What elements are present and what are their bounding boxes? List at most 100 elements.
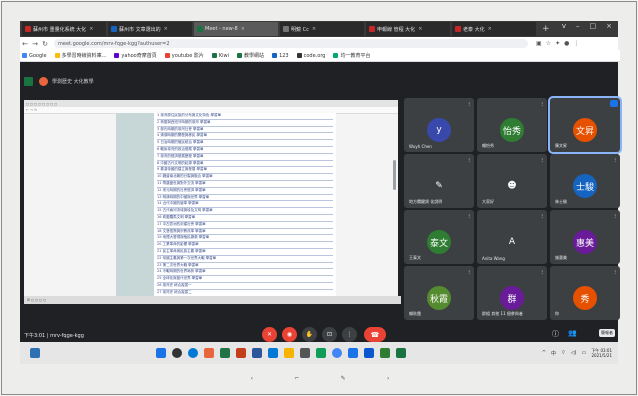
people-icon[interactable]: 👥 — [568, 329, 577, 337]
tab-close-icon[interactable]: × — [89, 26, 93, 32]
window-controls: v – □ × — [562, 22, 612, 30]
participant-tile[interactable]: 惠美 施惠美 ⁝ — [550, 210, 620, 264]
extensions-icon[interactable]: ✦ — [555, 40, 560, 47]
browser-tab[interactable]: 明鏡 Cc × — [280, 22, 364, 36]
back-icon[interactable]: ← — [20, 40, 30, 48]
tab-close-icon[interactable]: × — [312, 26, 316, 32]
tab-favicon-icon — [283, 26, 289, 32]
word-icon[interactable] — [252, 348, 262, 358]
bookmark-item[interactable]: code.org — [296, 53, 325, 59]
participant-tile[interactable]: ✎ 地方關鍵詞 化說明 ⁝ — [404, 154, 474, 208]
document-line: 24 冷戰時期的世界局勢 學習單 — [157, 269, 333, 277]
mic-off-icon[interactable]: ✕ — [262, 327, 277, 342]
overlay-right-icon[interactable]: › — [387, 375, 389, 382]
chat-icon[interactable] — [188, 348, 198, 358]
tab-close-icon[interactable]: × — [241, 26, 245, 32]
maximize-button[interactable]: □ — [590, 22, 597, 30]
participant-avatar: 士駿 — [573, 174, 597, 198]
bookmark-item[interactable]: 均一教育平台 — [333, 52, 370, 59]
start-icon[interactable] — [156, 348, 166, 358]
participant-tile[interactable]: y Wuyh Chen ⁝ — [404, 98, 474, 152]
muted-mic-icon: ⁝ — [541, 214, 543, 220]
participant-name: 林士駿 — [555, 199, 567, 204]
app-icon-6[interactable] — [364, 348, 374, 358]
chrome-icon[interactable] — [332, 348, 342, 358]
browser-tab[interactable]: Meet - new-8 × — [194, 22, 278, 36]
language-icon[interactable]: 中 — [551, 350, 556, 357]
url-input[interactable]: meet.google.com/mrv-fqge-kgg?authuser=2 — [54, 39, 528, 48]
info-icon[interactable]: ⓘ — [552, 329, 559, 339]
browser-tab[interactable]: 老泰 大化 × — [452, 22, 536, 36]
bookmark-label: yahoo奇摩首頁 — [121, 53, 157, 59]
tab-close-icon[interactable]: × — [418, 26, 422, 32]
forward-icon[interactable]: → — [30, 40, 40, 48]
bookmark-item[interactable]: Kiwi — [211, 53, 229, 59]
muted-mic-icon: ⁝ — [541, 102, 543, 108]
present-now-button[interactable]: 簡報者 — [599, 329, 615, 337]
bookmark-item[interactable]: youtube 影片 — [164, 52, 204, 59]
profile-icon[interactable]: ● — [564, 40, 569, 47]
browser-tab[interactable]: 蘇州市 重量化系統 大化 × — [22, 22, 106, 36]
meet-app-icon[interactable] — [396, 348, 406, 358]
tab-close-icon[interactable]: × — [164, 26, 168, 32]
tab-search-icon[interactable]: v — [562, 22, 566, 30]
star-icon[interactable]: ☆ — [546, 40, 551, 47]
battery-icon[interactable]: ▭ — [581, 350, 586, 356]
bookmark-favicon-icon — [272, 53, 278, 58]
participant-tile[interactable]: ☻ 大家好 ⁝ — [477, 154, 547, 208]
participant-tile[interactable]: 怡秀 賴怡秀 ⁝ — [477, 98, 547, 152]
bookmark-item[interactable]: 123 — [272, 53, 289, 59]
browser-tab[interactable]: 蘇州市 文章選出的 × — [108, 22, 192, 36]
bookmark-item[interactable]: yahoo奇摩首頁 — [114, 52, 157, 59]
present-screen-icon[interactable]: ⊡ — [322, 327, 337, 342]
participant-tile[interactable]: 群群組 其他 11 個參與者 ⁝ — [477, 266, 547, 320]
minimize-button[interactable]: – — [576, 22, 580, 30]
camera-icon[interactable]: ▣ — [536, 40, 542, 47]
app-icon-7[interactable] — [380, 348, 390, 358]
widgets-icon[interactable] — [30, 348, 40, 358]
overlay-edit-icon[interactable]: ✎ — [341, 375, 346, 382]
participant-tile[interactable]: 秋霞 賴秋霞 ⁝ — [404, 266, 474, 320]
bookmark-item[interactable]: 教學網站 — [237, 52, 264, 59]
document-line: 17 中古歐洲的封建社會 學習單 — [157, 222, 333, 229]
tray-chevron-icon[interactable]: ^ — [542, 350, 546, 356]
overlay-crop-icon[interactable]: ⌐ — [294, 375, 299, 382]
powerpoint-icon[interactable] — [236, 348, 246, 358]
menu-icon[interactable]: ⋮ — [573, 40, 579, 47]
bookmark-favicon-icon — [164, 53, 170, 58]
shared-doc-margin — [116, 113, 154, 299]
close-window-button[interactable]: × — [606, 22, 612, 30]
wifi-icon[interactable]: ⌔ — [561, 350, 566, 356]
leave-call-button[interactable]: ☎ — [364, 327, 386, 342]
file-explorer-icon[interactable] — [284, 348, 294, 358]
bookmark-item[interactable]: Google — [22, 53, 47, 59]
participant-avatar: 惠美 — [573, 230, 597, 254]
bookmark-favicon-icon — [237, 53, 243, 58]
participant-tile[interactable]: 泰文 王泰文 ⁝ — [404, 210, 474, 264]
muted-mic-icon: ⁝ — [468, 270, 470, 276]
app-icon[interactable] — [204, 348, 214, 358]
app-icon-2[interactable] — [268, 348, 278, 358]
search-icon[interactable] — [172, 348, 182, 358]
more-options-icon[interactable]: ⋮ — [342, 327, 357, 342]
raise-hand-icon[interactable]: ✋ — [302, 327, 317, 342]
camera-off-icon[interactable]: ◉ — [282, 327, 297, 342]
overlay-left-icon[interactable]: ‹ — [251, 375, 253, 382]
system-clock[interactable]: 下午 03:01 2021/5/21 — [591, 348, 612, 358]
app-icon-3[interactable] — [300, 348, 310, 358]
app-icon-4[interactable] — [316, 348, 326, 358]
participant-tile[interactable]: 士駿 林士駿 ⁝ — [550, 154, 620, 208]
speaking-indicator-icon — [610, 100, 618, 107]
participant-tile[interactable]: 秀你 ⁝ — [550, 266, 620, 320]
reload-icon[interactable]: ↻ — [40, 40, 50, 48]
excel-icon[interactable] — [220, 348, 230, 358]
new-tab-button[interactable]: + — [542, 24, 550, 34]
tab-close-icon[interactable]: × — [488, 26, 492, 32]
browser-tab[interactable]: 申報線 管程 大化 × — [366, 22, 450, 36]
tab-label: 明鏡 Cc — [291, 26, 309, 33]
participant-tile[interactable]: 文昇 陳文昇 — [548, 96, 622, 154]
participant-tile[interactable]: A Anita Wang ⁝ — [477, 210, 547, 264]
app-icon-5[interactable] — [348, 348, 358, 358]
volume-icon[interactable]: ◁) — [571, 350, 577, 356]
bookmark-item[interactable]: 多學習時線資料庫... — [54, 52, 106, 59]
